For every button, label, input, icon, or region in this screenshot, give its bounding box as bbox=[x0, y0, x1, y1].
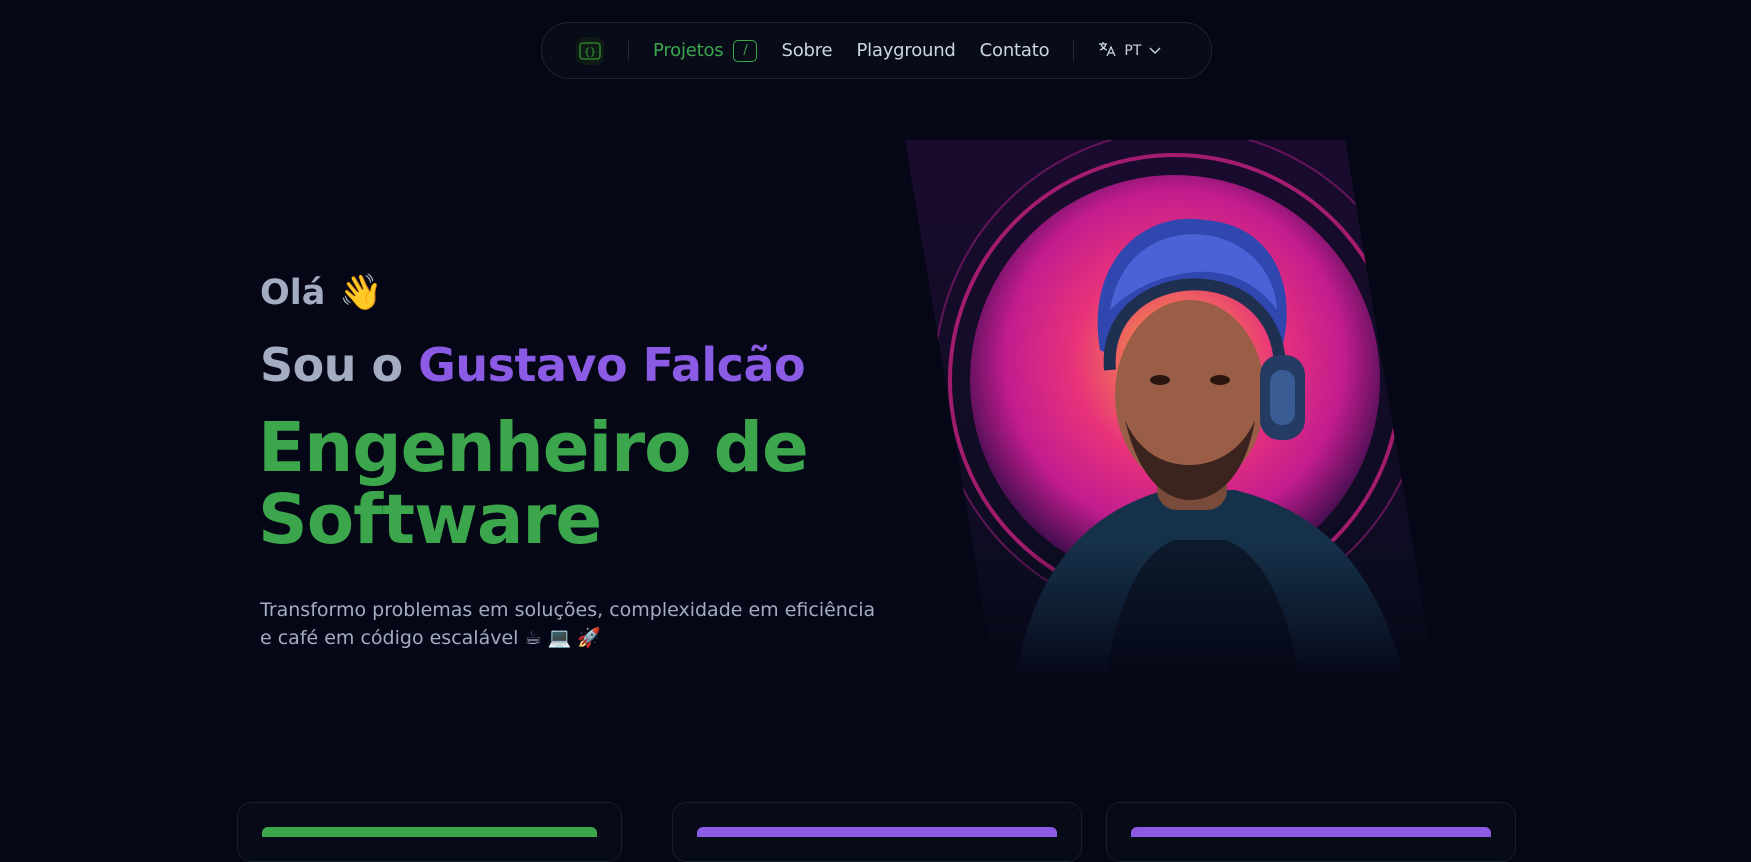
intro-heading: Sou o Gustavo Falcão bbox=[260, 338, 806, 392]
svg-text:{}: {} bbox=[584, 47, 596, 58]
nav-item-contato[interactable]: Contato bbox=[980, 40, 1050, 61]
waving-hand-icon: 👋 bbox=[339, 273, 383, 313]
card-accent-bar bbox=[1131, 827, 1491, 837]
project-card[interactable] bbox=[672, 802, 1082, 862]
chevron-down-icon bbox=[1149, 43, 1161, 59]
project-card[interactable] bbox=[237, 802, 622, 862]
avatar-illustration bbox=[905, 140, 1435, 680]
nav-item-projetos[interactable]: Projetos / bbox=[653, 39, 758, 62]
shortcut-badge: / bbox=[733, 39, 758, 62]
person-name: Gustavo Falcão bbox=[418, 338, 806, 392]
nav-divider bbox=[628, 40, 629, 61]
card-accent-bar bbox=[262, 827, 597, 837]
intro-prefix: Sou o bbox=[260, 338, 403, 392]
top-navbar: {} Projetos / Sobre Playground Contato P… bbox=[541, 22, 1212, 79]
nav-divider bbox=[1073, 40, 1075, 61]
code-brackets-logo-icon[interactable]: {} bbox=[576, 36, 604, 65]
language-label: PT bbox=[1124, 42, 1142, 59]
language-selector[interactable]: PT bbox=[1098, 41, 1161, 61]
tagline: Transformo problemas em soluções, comple… bbox=[260, 599, 876, 649]
nav-item-sobre[interactable]: Sobre bbox=[781, 40, 832, 61]
role-title: Engenheiro de Software bbox=[258, 408, 809, 560]
nav-item-playground[interactable]: Playground bbox=[856, 40, 955, 61]
greeting-text: Olá bbox=[260, 272, 326, 313]
greeting-heading: Olá 👋 bbox=[260, 272, 383, 314]
card-accent-bar bbox=[697, 827, 1057, 837]
nav-item-label: Projetos bbox=[653, 40, 724, 61]
translate-icon bbox=[1098, 41, 1117, 61]
project-card[interactable] bbox=[1106, 802, 1516, 862]
